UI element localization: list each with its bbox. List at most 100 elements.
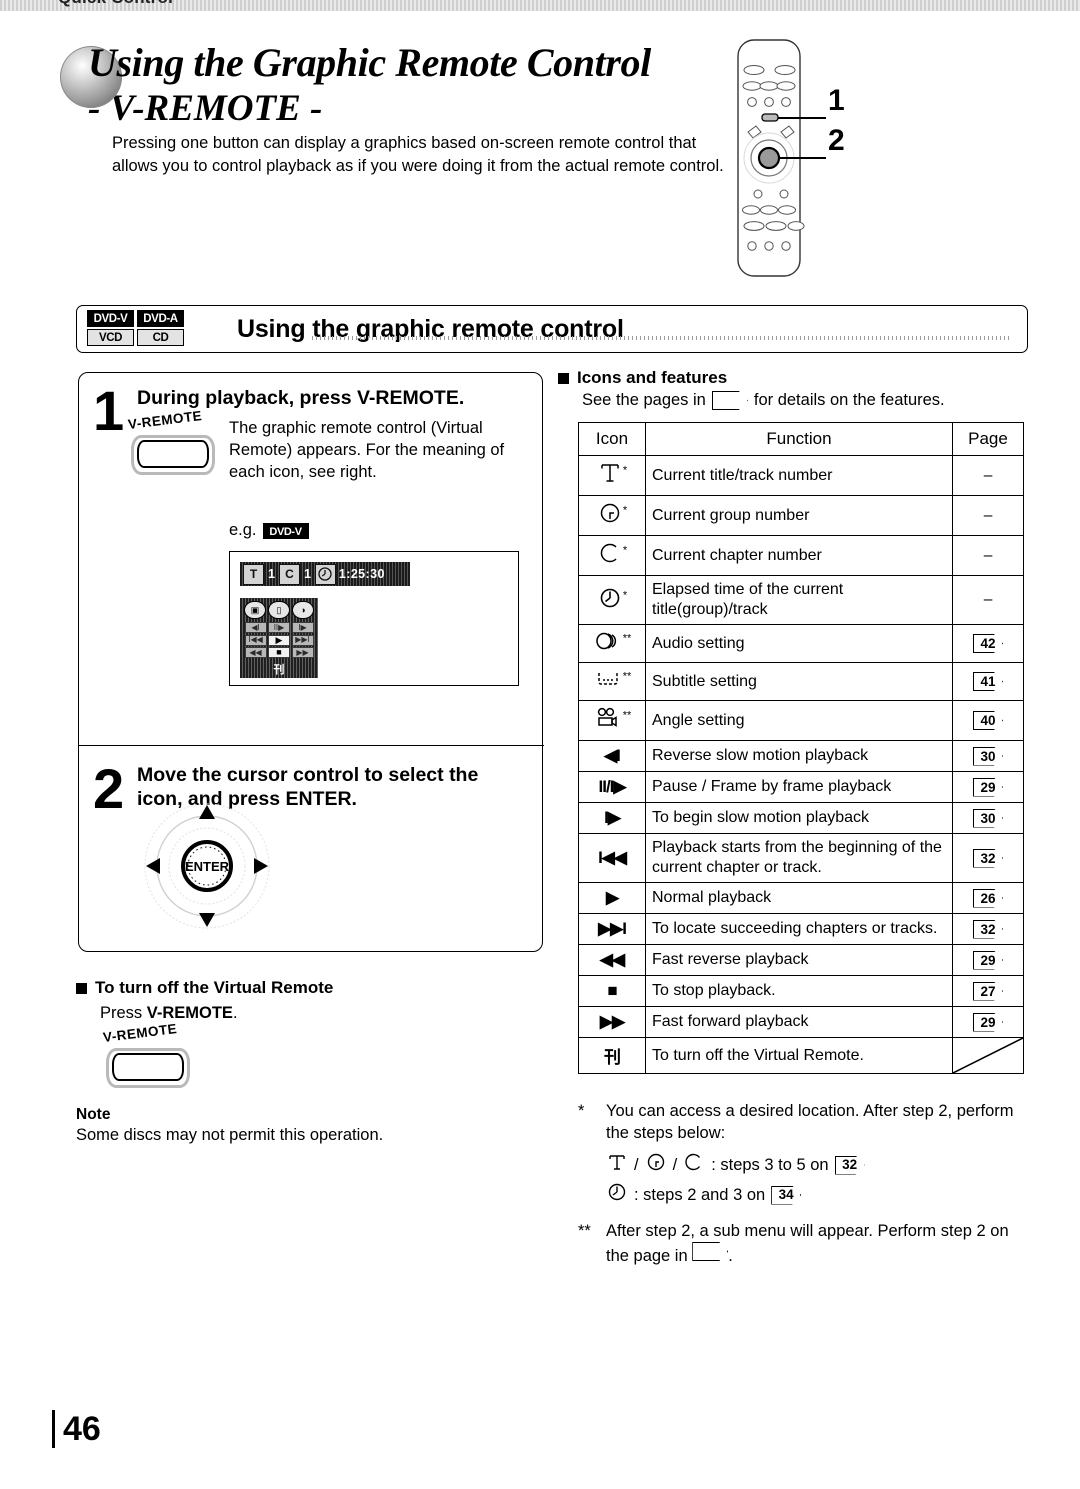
row-function: Fast forward playback (645, 1006, 953, 1038)
next-chapter-icon: ▶▶I (578, 913, 646, 945)
osd-next-icon[interactable]: ▶▶I (291, 634, 314, 646)
row-page: – (952, 535, 1024, 576)
see-pages-suffix: for details on the features. (753, 391, 945, 409)
row-page[interactable]: 42 (952, 624, 1024, 663)
osd-slow-forward-icon[interactable]: I▶ (291, 622, 314, 633)
osd-transport-grid: ◀I II▶ I▶ I◀◀ ▶ ▶▶I ◀◀ ■ ▶▶ (243, 622, 315, 658)
page-tag[interactable]: 40 (973, 711, 1003, 730)
page-title: Using the Graphic Remote Control (88, 40, 651, 85)
fast-forward-icon: ▶▶ (578, 1006, 646, 1038)
play-icon: ▶ (578, 882, 646, 914)
chapter-icon: * (578, 535, 646, 576)
row-page[interactable]: 27 (952, 975, 1024, 1007)
col-page: Page (952, 422, 1024, 456)
osd-previous-icon[interactable]: I◀◀ (244, 634, 267, 646)
osd-exit-icon[interactable]: 刊 (243, 661, 315, 677)
page-tag[interactable]: 42 (973, 634, 1003, 653)
footnote-sep-2: / (672, 1156, 678, 1174)
row-function: To stop playback. (645, 975, 953, 1007)
disc-type-badges: DVD-V DVD-A VCD CD (87, 310, 187, 348)
title-track-icon: * (578, 455, 646, 496)
page-tag[interactable]: 32 (973, 849, 1003, 868)
note-body: Some discs may not permit this operation… (76, 1126, 384, 1144)
page-tag[interactable]: 29 (973, 1013, 1003, 1032)
page-tag[interactable]: 32 (973, 920, 1003, 939)
table-row: ** Subtitle setting 41 (578, 662, 1024, 701)
bullet-square-icon-2 (558, 372, 569, 384)
footnote-line-b-text: : steps 2 and 3 on (634, 1186, 766, 1204)
osd-fast-forward-icon[interactable]: ▶▶ (291, 647, 314, 658)
footnote-line-a: / / : steps 3 to 5 on 32 (606, 1152, 1028, 1178)
table-body: * Current title/track number – * Current gro… (578, 455, 1024, 1074)
page-tag[interactable]: 29 (973, 951, 1003, 970)
previous-chapter-icon: I◀◀ (578, 833, 646, 883)
page-number: 46 (52, 1410, 101, 1448)
table-row: ** Audio setting 42 (578, 624, 1024, 663)
row-function: Reverse slow motion playback (645, 740, 953, 772)
table-row: * Elapsed time of the current title(group… (578, 575, 1024, 625)
v-remote-button-label-2: V-REMOTE (102, 1021, 178, 1045)
row-page[interactable]: 30 (952, 740, 1024, 772)
footnote-double-mark: ** (578, 1222, 591, 1240)
osd-stop-icon[interactable]: ■ (268, 647, 290, 658)
osd-audio-icon[interactable]: ◑ (292, 601, 314, 619)
row-function: Elapsed time of the current title(group)… (645, 575, 953, 625)
row-function: To begin slow motion playback (645, 802, 953, 834)
row-page[interactable]: 32 (952, 833, 1024, 883)
section-dotted-rule (312, 336, 1012, 340)
v-remote-inner-shape-2 (112, 1053, 184, 1081)
see-pages-line: See the pages in for details on the feat… (582, 391, 945, 410)
v-remote-button-label-1: V-REMOTE (127, 408, 203, 432)
table-row: I◀◀ Playback starts from the beginning of… (578, 833, 1024, 883)
osd-subtitle-icon[interactable]: ▯ (268, 601, 290, 619)
example-label-row: e.g. DVD-V (229, 521, 309, 540)
osd-chapter-value: 1 (303, 567, 311, 581)
osd-fast-reverse-icon[interactable]: ◀◀ (244, 647, 267, 658)
col-icon: Icon (578, 422, 646, 456)
reverse-slow-icon: ◀I (578, 740, 646, 772)
row-page (952, 1037, 1024, 1074)
osd-pause-frame-icon[interactable]: II▶ (268, 622, 290, 633)
page-tag[interactable]: 30 (973, 809, 1003, 828)
stop-icon: ■ (578, 975, 646, 1007)
footnote-page-tag-34: 34 (771, 1186, 801, 1205)
quick-control-tab-header: Quick Control (0, 0, 1080, 11)
row-page[interactable]: 32 (952, 913, 1024, 945)
row-page[interactable]: 29 (952, 771, 1024, 803)
page-tag[interactable]: 29 (973, 778, 1003, 797)
table-header-row: Icon Function Page (578, 422, 1024, 456)
cursor-control-illustration: ENTER (117, 791, 297, 941)
row-page[interactable]: 40 (952, 700, 1024, 741)
osd-angle-icon[interactable]: ▣ (244, 601, 266, 619)
row-page[interactable]: 30 (952, 802, 1024, 834)
table-row: ** Angle setting 40 (578, 700, 1024, 741)
footnote-double: ** After step 2, a sub menu will appear.… (578, 1220, 1028, 1267)
page-tag[interactable]: 27 (973, 982, 1003, 1001)
step-1-body: The graphic remote control (Virtual Remo… (229, 419, 505, 481)
osd-reverse-slow-icon[interactable]: ◀I (244, 622, 267, 633)
table-row: * Current chapter number – (578, 535, 1024, 576)
icons-and-features-label: Icons and features (577, 368, 728, 387)
osd-play-icon[interactable]: ▶ (268, 634, 290, 646)
footnote-line-b: : steps 2 and 3 on 34 (606, 1182, 1028, 1208)
row-page[interactable]: 41 (952, 662, 1024, 701)
badge-dvd-a: DVD-A (137, 310, 184, 327)
row-page[interactable]: 29 (952, 944, 1024, 976)
osd-example: T 1 C 1 1:25:30 ▣ ▯ ◑ ◀I II▶ I▶ I◀◀ ▶ ▶▶… (229, 551, 519, 686)
footnote-title-icon (606, 1152, 628, 1178)
row-function: Current chapter number (645, 535, 953, 576)
page-title-block: Using the Graphic Remote Control - V-REM… (60, 40, 740, 130)
press-suffix: . (232, 1004, 238, 1022)
page-tag[interactable]: 41 (973, 672, 1003, 691)
osd-title-value: 1 (268, 567, 275, 581)
slow-motion-icon: I▶ (578, 802, 646, 834)
table-row: I▶ To begin slow motion playback 30 (578, 802, 1024, 834)
page-tag[interactable]: 30 (973, 747, 1003, 766)
row-page[interactable]: 26 (952, 882, 1024, 914)
row-page[interactable]: 29 (952, 1006, 1024, 1038)
page-tag[interactable]: 26 (973, 889, 1003, 908)
osd-elapsed-time: 1:25:30 (338, 567, 385, 581)
table-row: ▶▶ Fast forward playback 29 (578, 1006, 1024, 1038)
table-row: ■ To stop playback. 27 (578, 975, 1024, 1007)
press-button-name: V-REMOTE (146, 1004, 233, 1022)
